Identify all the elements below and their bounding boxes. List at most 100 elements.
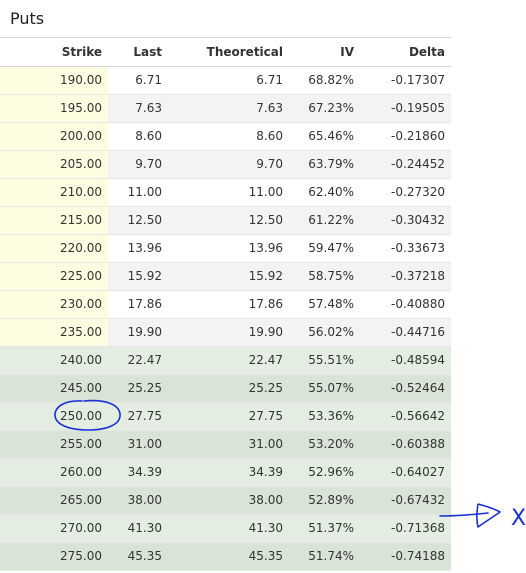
cell-theoretical: 27.75 — [168, 402, 289, 431]
cell-theoretical: 45.35 — [168, 542, 289, 571]
cell-delta: -0.74188 — [360, 542, 451, 571]
cell-strike: 215.00 — [8, 206, 108, 235]
cell-theoretical: 34.39 — [168, 458, 289, 487]
option-row[interactable]: 230.00 17.86 17.86 57.48% -0.40880 — [0, 290, 451, 319]
header-spacer — [0, 38, 8, 67]
cell-iv: 67.23% — [289, 94, 360, 123]
cell-iv: 59.47% — [289, 234, 360, 263]
cell-strike: 260.00 — [8, 458, 108, 487]
option-row[interactable]: 260.00 34.39 34.39 52.96% -0.64027 — [0, 458, 451, 487]
option-row[interactable]: 205.00 9.70 9.70 63.79% -0.24452 — [0, 150, 451, 179]
cell-delta: -0.71368 — [360, 514, 451, 543]
cell-delta: -0.48594 — [360, 346, 451, 375]
cell-theoretical: 6.71 — [168, 66, 289, 95]
cell-strike: 270.00 — [8, 514, 108, 543]
cell-delta: -0.56642 — [360, 402, 451, 431]
table-body: 190.00 6.71 6.71 68.82% -0.17307 195.00 7.63 7.… — [0, 66, 451, 571]
row-marker — [0, 66, 8, 95]
cell-theoretical: 13.96 — [168, 234, 289, 263]
row-marker — [0, 234, 8, 263]
option-row[interactable]: 215.00 12.50 12.50 61.22% -0.30432 — [0, 206, 451, 235]
option-row[interactable]: 245.00 25.25 25.25 55.07% -0.52464 — [0, 374, 451, 403]
cell-last: 7.63 — [108, 94, 168, 123]
puts-table: Strike Last Theoretical IV Delta 190.00 6… — [0, 38, 451, 571]
cell-delta: -0.17307 — [360, 66, 451, 95]
column-header-iv[interactable]: IV — [289, 38, 360, 67]
row-marker — [0, 542, 8, 571]
row-marker — [0, 94, 8, 123]
cell-iv: 51.74% — [289, 542, 360, 571]
option-row[interactable]: 200.00 8.60 8.60 65.46% -0.21860 — [0, 122, 451, 151]
option-row[interactable]: 210.00 11.00 11.00 62.40% -0.27320 — [0, 178, 451, 207]
cell-strike: 220.00 — [8, 234, 108, 263]
cell-iv: 53.36% — [289, 402, 360, 431]
cell-last: 38.00 — [108, 486, 168, 515]
cell-strike: 230.00 — [8, 290, 108, 319]
cell-strike: 250.00 — [8, 402, 108, 431]
cell-iv: 55.07% — [289, 374, 360, 403]
cell-iv: 55.51% — [289, 346, 360, 375]
cell-strike: 245.00 — [8, 374, 108, 403]
table-header-row: Strike Last Theoretical IV Delta — [0, 38, 451, 67]
cell-theoretical: 9.70 — [168, 150, 289, 179]
row-marker — [0, 262, 8, 291]
cell-iv: 51.37% — [289, 514, 360, 543]
cell-theoretical: 15.92 — [168, 262, 289, 291]
puts-panel: Puts Strike Last Theoretical IV Delta 19… — [0, 0, 451, 571]
row-marker — [0, 402, 8, 431]
cell-last: 25.25 — [108, 374, 168, 403]
row-marker — [0, 178, 8, 207]
cell-theoretical: 8.60 — [168, 122, 289, 151]
option-row[interactable]: 225.00 15.92 15.92 58.75% -0.37218 — [0, 262, 451, 291]
cell-iv: 56.02% — [289, 318, 360, 347]
column-header-strike[interactable]: Strike — [8, 38, 108, 67]
column-header-delta[interactable]: Delta — [360, 38, 451, 67]
cell-theoretical: 19.90 — [168, 318, 289, 347]
cell-iv: 53.20% — [289, 430, 360, 459]
cell-delta: -0.21860 — [360, 122, 451, 151]
option-row[interactable]: 190.00 6.71 6.71 68.82% -0.17307 — [0, 66, 451, 95]
cell-theoretical: 12.50 — [168, 206, 289, 235]
cell-strike: 240.00 — [8, 346, 108, 375]
option-row[interactable]: 250.00 27.75 27.75 53.36% -0.56642 — [0, 402, 451, 431]
row-marker — [0, 150, 8, 179]
cell-last: 34.39 — [108, 458, 168, 487]
option-row[interactable]: 275.00 45.35 45.35 51.74% -0.74188 — [0, 542, 451, 571]
column-header-last[interactable]: Last — [108, 38, 168, 67]
row-marker — [0, 318, 8, 347]
cell-theoretical: 41.30 — [168, 514, 289, 543]
cell-strike: 255.00 — [8, 430, 108, 459]
panel-header: Puts — [0, 0, 451, 38]
option-row[interactable]: 270.00 41.30 41.30 51.37% -0.71368 — [0, 514, 451, 543]
row-marker — [0, 290, 8, 319]
cell-delta: -0.37218 — [360, 262, 451, 291]
option-row[interactable]: 195.00 7.63 7.63 67.23% -0.19505 — [0, 94, 451, 123]
option-row[interactable]: 240.00 22.47 22.47 55.51% -0.48594 — [0, 346, 451, 375]
cell-iv: 61.22% — [289, 206, 360, 235]
cell-strike: 200.00 — [8, 122, 108, 151]
cell-last: 11.00 — [108, 178, 168, 207]
cell-last: 17.86 — [108, 290, 168, 319]
row-marker — [0, 122, 8, 151]
row-marker — [0, 346, 8, 375]
option-row[interactable]: 220.00 13.96 13.96 59.47% -0.33673 — [0, 234, 451, 263]
option-row[interactable]: 265.00 38.00 38.00 52.89% -0.67432 — [0, 486, 451, 515]
cell-theoretical: 22.47 — [168, 346, 289, 375]
cell-iv: 62.40% — [289, 178, 360, 207]
cell-iv: 65.46% — [289, 122, 360, 151]
cell-delta: -0.64027 — [360, 458, 451, 487]
cell-strike: 235.00 — [8, 318, 108, 347]
cell-iv: 58.75% — [289, 262, 360, 291]
cell-delta: -0.44716 — [360, 318, 451, 347]
cell-delta: -0.67432 — [360, 486, 451, 515]
cell-last: 12.50 — [108, 206, 168, 235]
option-row[interactable]: 255.00 31.00 31.00 53.20% -0.60388 — [0, 430, 451, 459]
cell-theoretical: 11.00 — [168, 178, 289, 207]
column-header-theoretical[interactable]: Theoretical — [168, 38, 289, 67]
option-row[interactable]: 235.00 19.90 19.90 56.02% -0.44716 — [0, 318, 451, 347]
cell-last: 41.30 — [108, 514, 168, 543]
cell-delta: -0.24452 — [360, 150, 451, 179]
row-marker — [0, 206, 8, 235]
row-marker — [0, 486, 8, 515]
cell-strike: 210.00 — [8, 178, 108, 207]
